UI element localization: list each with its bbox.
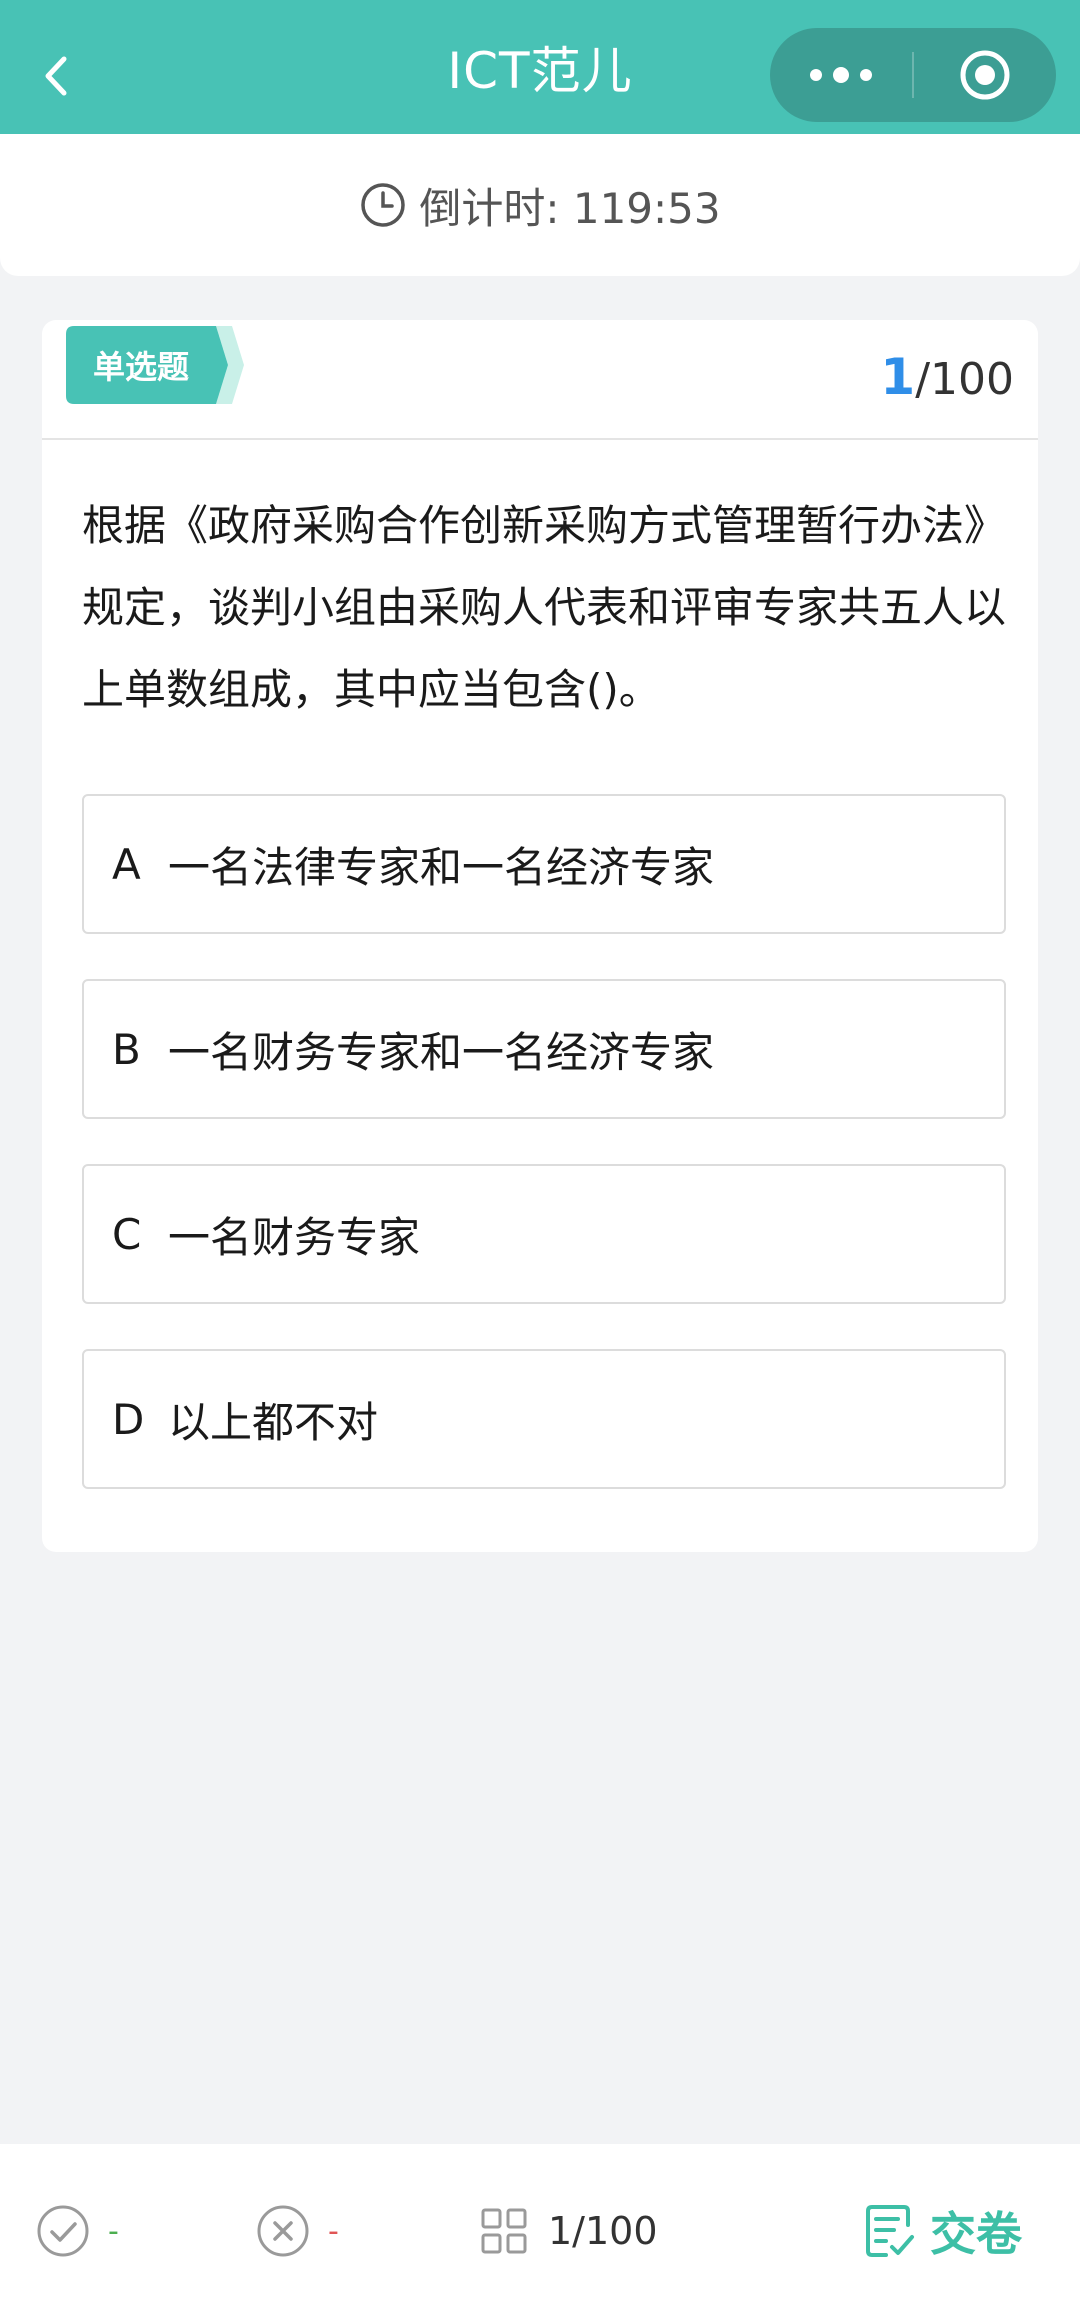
back-button[interactable]	[26, 36, 86, 116]
clock-icon	[361, 183, 406, 227]
submit-button[interactable]: 交卷	[864, 2144, 1022, 2318]
submit-label: 交卷	[930, 2207, 1022, 2261]
question-counter: 1 /100	[880, 348, 1014, 412]
current-question-number: 1	[880, 348, 916, 406]
correct-icon	[37, 2205, 89, 2257]
option-b[interactable]: B 一名财务专家和一名经济专家	[82, 979, 1006, 1119]
submit-icon	[866, 2205, 914, 2257]
question-type-label: 单选题	[92, 348, 189, 386]
option-c[interactable]: C 一名财务专家	[82, 1164, 1006, 1304]
option-letter: C	[112, 1209, 142, 1259]
option-text: 一名财务专家	[168, 1212, 421, 1262]
correct-counter[interactable]: -	[36, 2144, 119, 2318]
close-target-icon	[960, 50, 1010, 100]
question-card: 单选题 1 /100 根据《政府采购合作创新采购方式管理暂行办法》规定，谈判小组…	[42, 320, 1038, 1552]
card-divider	[42, 438, 1038, 440]
option-d[interactable]: D 以上都不对	[82, 1349, 1006, 1489]
option-letter: B	[112, 1024, 141, 1074]
wrong-count: -	[328, 2213, 339, 2249]
option-a[interactable]: A 一名法律专家和一名经济专家	[82, 794, 1006, 934]
question-total: /100	[915, 354, 1014, 405]
grid-icon	[481, 2208, 527, 2254]
top-nav-bar: ICT范儿	[0, 0, 1080, 134]
question-type-badge: 单选题	[66, 326, 278, 404]
more-icon	[810, 67, 872, 83]
more-button[interactable]	[770, 28, 912, 122]
option-letter: D	[112, 1394, 145, 1444]
correct-count: -	[108, 2213, 119, 2249]
back-icon	[45, 56, 67, 96]
option-letter: A	[112, 839, 141, 889]
wrong-counter[interactable]: -	[256, 2144, 339, 2318]
close-button[interactable]	[914, 28, 1056, 122]
mini-program-capsule	[770, 28, 1056, 122]
wrong-icon	[257, 2205, 309, 2257]
option-text: 以上都不对	[168, 1397, 379, 1447]
progress-text: 1/100	[548, 2209, 658, 2253]
question-navigator[interactable]: 1/100	[480, 2144, 658, 2318]
bottom-bar: - - 1/100 交卷	[0, 2144, 1080, 2318]
question-text: 根据《政府采购合作创新采购方式管理暂行办法》规定，谈判小组由采购人代表和评审专家…	[82, 501, 1007, 714]
option-text: 一名财务专家和一名经济专家	[168, 1027, 715, 1077]
countdown-text: 倒计时: 119:53	[419, 183, 721, 233]
countdown-bar: 倒计时: 119:53	[0, 134, 1080, 276]
option-text: 一名法律专家和一名经济专家	[168, 842, 715, 892]
